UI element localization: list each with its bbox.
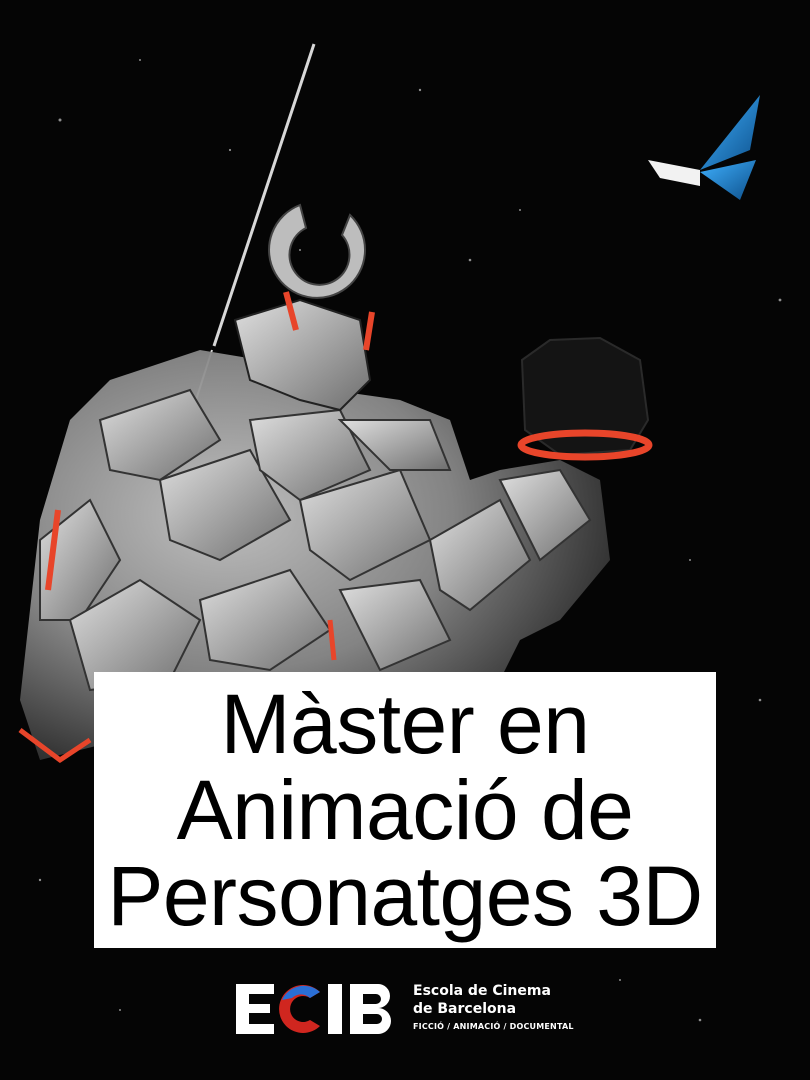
- logo-tagline: FICCIÓ / ANIMACIÓ / DOCUMENTAL: [413, 1022, 574, 1031]
- logo-school-name-line1: Escola de Cinema: [413, 983, 551, 999]
- title-box: Màster en Animació de Personatges 3D: [94, 672, 716, 948]
- poster-artwork: Màster en Animació de Personatges 3D Esc…: [0, 0, 810, 1080]
- logo-school-name-line2: de Barcelona: [413, 1001, 517, 1017]
- title-line-2: Animació de: [176, 763, 634, 857]
- ecib-logo: Escola de Cinema de Barcelona FICCIÓ / A…: [236, 980, 596, 1036]
- ecib-wordmark: [236, 984, 391, 1034]
- title-line-3: Personatges 3D: [107, 849, 703, 943]
- dark-glove: [520, 336, 650, 457]
- title-line-1: Màster en: [220, 677, 591, 771]
- orange-wrist-band: [517, 429, 653, 461]
- logo-text: Escola de Cinema de Barcelona FICCIÓ / A…: [413, 982, 613, 1033]
- antenna-line: [212, 43, 316, 347]
- helmet-crest: [268, 203, 367, 299]
- blue-butterfly: [648, 95, 760, 200]
